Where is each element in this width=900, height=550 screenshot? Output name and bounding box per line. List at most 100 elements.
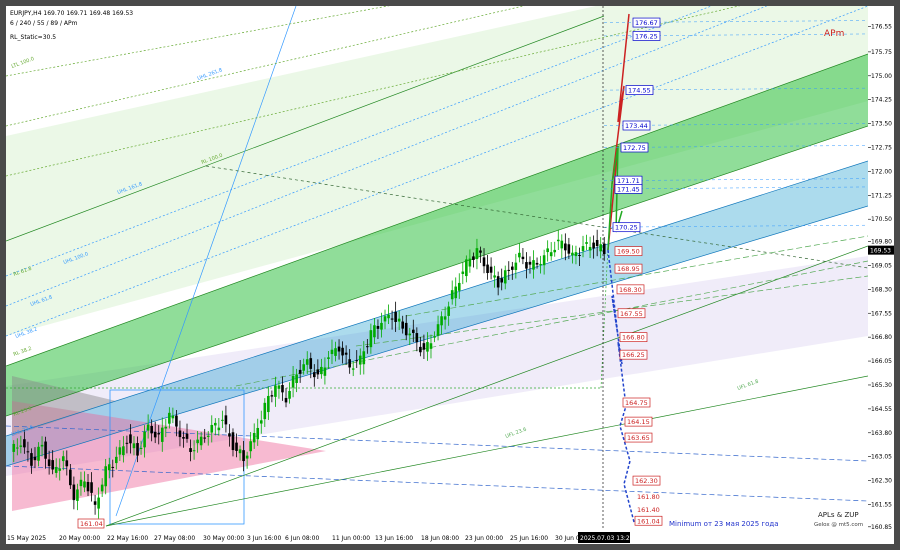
fib-up-label: 174.55 — [628, 87, 651, 95]
candle-body — [203, 437, 206, 439]
candle-body — [585, 242, 588, 244]
candle-body — [539, 263, 542, 265]
crosshair-time-label: 2025.07.03 13:28 — [580, 535, 634, 542]
low-label: 161.04 — [80, 520, 103, 528]
candle-body — [284, 397, 288, 403]
candle-body — [514, 262, 518, 271]
candle-body — [369, 330, 373, 348]
candle-body — [376, 325, 380, 329]
candle-body — [171, 415, 175, 419]
candle-body — [588, 246, 592, 251]
candle-body — [511, 266, 514, 270]
candle-body — [54, 466, 58, 473]
fib-down-label: 161.40 — [637, 506, 660, 514]
price-tick-label: 169.05 — [871, 262, 892, 269]
candle-body — [302, 364, 305, 371]
candle-body — [157, 433, 161, 435]
candle-body — [549, 252, 553, 257]
candle-body — [76, 489, 79, 501]
candle-body — [479, 250, 482, 253]
candle-body — [30, 453, 33, 466]
fib-down-label: 166.25 — [622, 351, 645, 359]
candle-body — [553, 249, 557, 253]
candle-body — [298, 369, 302, 374]
candle-body — [175, 415, 178, 427]
candle-body — [104, 466, 107, 487]
candle-body — [574, 252, 578, 257]
candle-body — [12, 443, 16, 452]
candle-body — [468, 258, 472, 267]
candle-body — [394, 311, 397, 322]
candle-body — [316, 369, 320, 375]
candle-body — [93, 501, 97, 505]
candle-body — [592, 242, 595, 249]
candle-body — [397, 318, 401, 322]
candle-body — [581, 246, 585, 252]
candle-body — [150, 425, 153, 434]
candle-body — [489, 266, 493, 273]
candle-body — [79, 479, 83, 487]
chart-svg[interactable]: EURJPY,H4 169.70 169.71 169.48 169.53 6 … — [6, 6, 868, 530]
candle-body — [362, 351, 366, 365]
candle-body — [344, 352, 348, 355]
candle-body — [291, 375, 295, 388]
candle-body — [571, 252, 574, 256]
candle-body — [37, 446, 40, 461]
candle-body — [602, 243, 606, 255]
candle-body — [450, 290, 454, 300]
candle-body — [281, 385, 284, 393]
fib-up-label: 171.71 — [617, 177, 640, 185]
candle-body — [100, 484, 104, 492]
candle-body — [419, 346, 422, 353]
candle-body — [58, 468, 62, 471]
candle-body — [482, 257, 486, 267]
candle-body — [83, 481, 86, 488]
candle-body — [429, 343, 433, 349]
candle-body — [351, 368, 355, 370]
plot-area[interactable]: EURJPY,H4 169.70 169.71 169.48 169.53 6 … — [6, 6, 868, 530]
candle-body — [390, 318, 394, 320]
candle-body — [500, 278, 503, 283]
candle-body — [249, 441, 252, 452]
price-tick-label: 162.30 — [871, 478, 892, 485]
level-annotation: LTL 100.0 — [11, 56, 35, 70]
price-axis[interactable]: 176.55 175.75 175.00 174.25 173.50 172.75 172.… — [868, 6, 894, 544]
candle-body — [132, 443, 136, 449]
candle-body — [139, 447, 143, 449]
candle-body — [542, 255, 546, 266]
candle-body — [401, 321, 404, 329]
price-tick-label: 165.30 — [871, 382, 892, 389]
time-tick-label: 20 May 00:00 — [59, 535, 100, 542]
candle-body — [387, 314, 390, 319]
candle-body — [383, 316, 387, 322]
price-axis-svg: 176.55 175.75 175.00 174.25 173.50 172.75 172.… — [868, 23, 894, 531]
candle-body — [69, 469, 72, 486]
candle-body — [373, 325, 376, 338]
candle-body — [380, 322, 383, 330]
candle-body — [16, 447, 19, 449]
time-axis[interactable]: 15 May 2025 20 May 00:00 22 May 16:00 27 Ma… — [6, 530, 868, 544]
candle-body — [309, 358, 313, 369]
fib-up-label: 171.45 — [617, 185, 640, 193]
price-tick-label: 175.75 — [871, 49, 892, 56]
candle-body — [199, 436, 203, 446]
price-tick-label: 163.80 — [871, 430, 892, 437]
candle-body — [277, 385, 281, 389]
candle-body — [146, 424, 150, 431]
candle-body — [259, 420, 263, 424]
candle-body — [454, 286, 458, 299]
candle-body — [546, 248, 549, 253]
candle-body — [168, 412, 171, 424]
candle-body — [327, 357, 330, 359]
candle-body — [61, 456, 65, 462]
candle-body — [599, 244, 602, 252]
candle-body — [447, 306, 450, 316]
candle-body — [560, 240, 564, 249]
candle-body — [26, 451, 30, 453]
time-tick-label: 11 Jun 00:00 — [332, 535, 370, 542]
candle-body — [433, 336, 436, 338]
chart-window: EURJPY,H4 169.70 169.71 169.48 169.53 6 … — [0, 0, 900, 550]
time-tick-label: 30 May 00:00 — [203, 535, 244, 542]
candle-body — [507, 269, 511, 271]
candle-body — [65, 460, 69, 467]
